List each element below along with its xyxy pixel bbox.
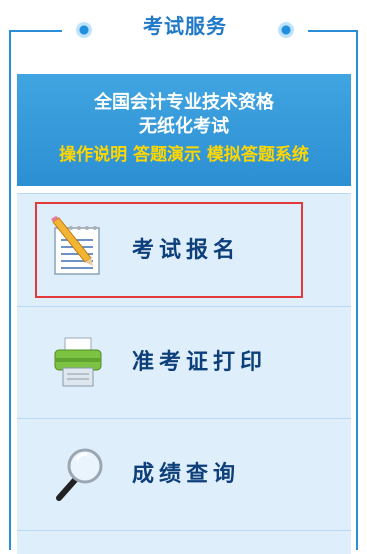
magnifier-icon bbox=[56, 448, 103, 501]
service-list: 考试报名 准考证打印 成绩查询 bbox=[17, 193, 351, 554]
service-item-score-query[interactable]: 成绩查询 bbox=[17, 418, 351, 531]
service-item-admission-ticket[interactable]: 准考证打印 bbox=[17, 306, 351, 419]
banner-links[interactable]: 操作说明 答题演示 模拟答题系统 bbox=[17, 140, 351, 165]
bullet-dot-icon bbox=[278, 22, 294, 38]
service-label: 准考证打印 bbox=[132, 350, 268, 375]
page-title: 考试服务 bbox=[143, 14, 227, 38]
banner-line-2: 无纸化考试 bbox=[139, 116, 229, 137]
paperless-exam-banner[interactable]: 全国会计专业技术资格 无纸化考试 操作说明 答题演示 模拟答题系统 bbox=[17, 74, 351, 186]
title-bar: 考试服务 bbox=[62, 8, 308, 44]
banner-line-1: 全国会计专业技术资格 bbox=[94, 92, 274, 113]
notepad-pencil-icon bbox=[51, 216, 100, 275]
service-label: 成绩查询 bbox=[132, 462, 241, 487]
service-item-registration[interactable]: 考试报名 bbox=[17, 194, 351, 307]
printer-icon bbox=[54, 337, 102, 387]
service-label: 考试报名 bbox=[132, 238, 241, 263]
